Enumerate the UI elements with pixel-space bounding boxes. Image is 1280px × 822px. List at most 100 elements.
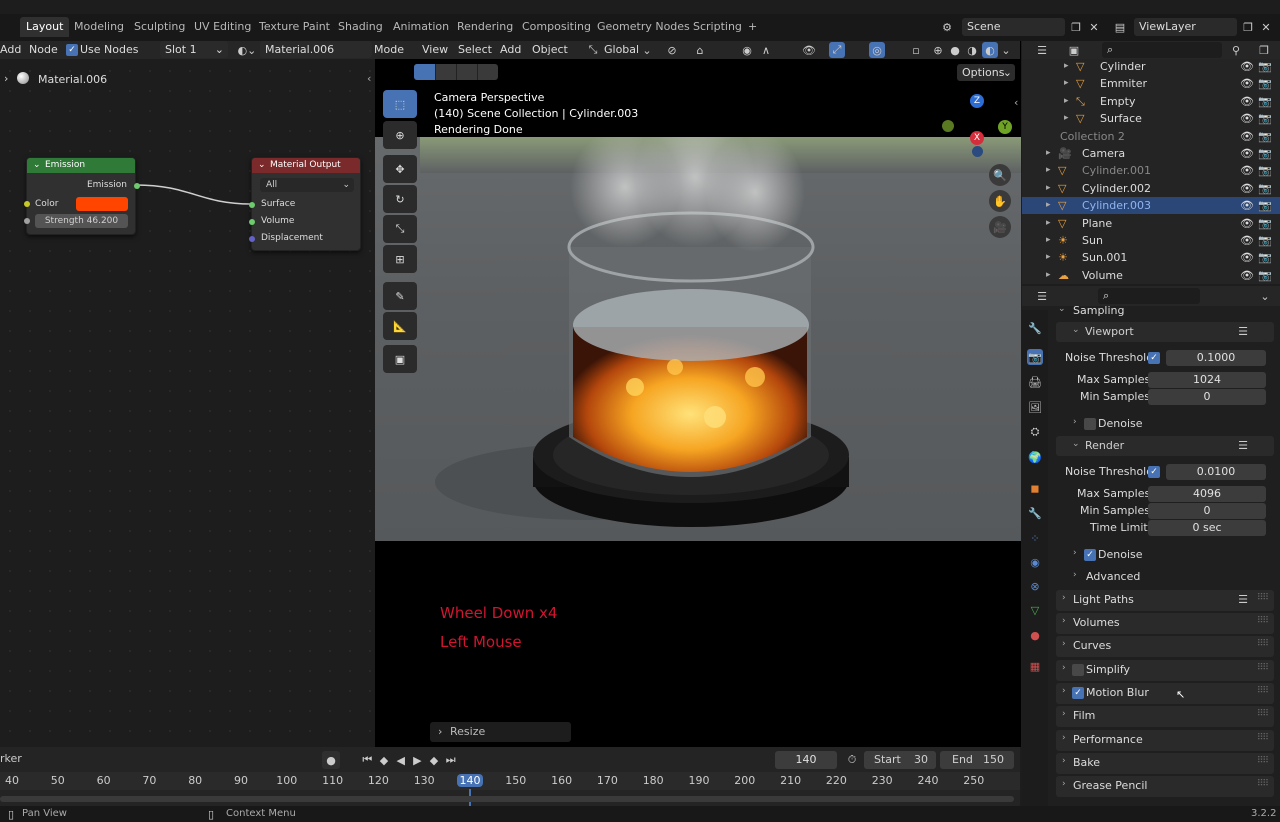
gizmo-y-axis[interactable]: Y bbox=[998, 120, 1012, 134]
eye-icon[interactable]: 👁 bbox=[1240, 145, 1254, 162]
output-node-header[interactable]: ⌄ Material Output bbox=[252, 158, 360, 173]
wireframe-shading-icon[interactable]: ⊕ bbox=[931, 41, 945, 59]
gizmo-neg-z[interactable] bbox=[972, 146, 983, 157]
copy-scene-icon[interactable]: ❐ bbox=[1068, 18, 1084, 36]
expand-arrow-icon[interactable]: ▸ bbox=[1064, 58, 1069, 75]
eye-icon[interactable]: 👁 bbox=[1240, 58, 1254, 75]
expand-arrow-icon[interactable]: ▸ bbox=[1064, 75, 1069, 92]
expand-arrow-icon[interactable]: ▸ bbox=[1046, 197, 1051, 214]
visibility-icon[interactable]: 👁 bbox=[798, 41, 820, 59]
render-noise-field[interactable]: 0.0100 bbox=[1166, 464, 1266, 480]
render-camera-icon[interactable]: 📷 bbox=[1258, 58, 1272, 75]
viewport-max-field[interactable]: 1024 bbox=[1148, 372, 1266, 388]
chevron-down-icon[interactable]: ⌄ bbox=[1258, 287, 1272, 305]
eye-icon[interactable]: 👁 bbox=[1240, 180, 1254, 197]
scene-selector[interactable]: Scene bbox=[962, 18, 1065, 36]
expand-arrow-icon[interactable]: ▸ bbox=[1064, 93, 1069, 110]
drag-handle-icon[interactable]: ⠿⠿ bbox=[1257, 733, 1269, 743]
material-shading-icon[interactable]: ◑ bbox=[965, 41, 979, 59]
simplify-checkbox[interactable] bbox=[1072, 664, 1084, 676]
outliner-row[interactable]: ▸ 🎥 Camera 👁 📷 bbox=[1022, 145, 1280, 162]
marker-menu[interactable]: rker bbox=[0, 752, 22, 765]
drag-handle-icon[interactable]: ⠿⠿ bbox=[1257, 756, 1269, 766]
select-subtract-icon[interactable] bbox=[456, 64, 477, 80]
expand-arrow-icon[interactable]: ▸ bbox=[1064, 110, 1069, 127]
select-box-tool[interactable]: ⬚ bbox=[383, 90, 417, 118]
editor-type-icon[interactable]: ☰ bbox=[1030, 41, 1054, 59]
displacement-input-socket[interactable] bbox=[249, 236, 255, 242]
tab-compositing[interactable]: Compositing bbox=[516, 17, 597, 37]
start-frame-field[interactable]: Start 30 bbox=[864, 751, 936, 769]
drag-handle-icon[interactable]: ⠿⠿ bbox=[1257, 639, 1269, 649]
modifier-tab-icon[interactable]: 🔧 bbox=[1027, 505, 1043, 521]
eye-icon[interactable]: 👁 bbox=[1240, 75, 1254, 92]
selection-mode-toggles[interactable] bbox=[414, 64, 498, 80]
overlays-toggle-icon[interactable]: ◎ bbox=[869, 42, 885, 58]
viewport-noise-field[interactable]: 0.1000 bbox=[1166, 350, 1266, 366]
select-invert-icon[interactable] bbox=[477, 64, 498, 80]
tab-layout[interactable]: Layout bbox=[20, 17, 70, 37]
presets-icon[interactable]: ☰ bbox=[1238, 593, 1248, 606]
viewport-menu-add[interactable]: Add bbox=[500, 41, 521, 59]
outliner-row[interactable]: ▸ ☀ Sun 👁 📷 bbox=[1022, 232, 1280, 249]
render-camera-icon[interactable]: 📷 bbox=[1258, 180, 1272, 197]
drag-handle-icon[interactable]: ⠿⠿ bbox=[1257, 686, 1269, 696]
render-camera-icon[interactable]: 📷 bbox=[1258, 215, 1272, 232]
gizmo-x-axis[interactable]: X bbox=[970, 131, 984, 145]
render-min-field[interactable]: 0 bbox=[1148, 503, 1266, 519]
tab-scripting[interactable]: Scripting bbox=[687, 17, 748, 37]
expand-arrow-icon[interactable]: ▸ bbox=[1046, 232, 1051, 249]
snap-icon[interactable]: ⌂ bbox=[689, 41, 711, 59]
rotate-tool[interactable]: ↻ bbox=[383, 185, 417, 213]
material-output-node[interactable]: ⌄ Material Output All ⌄ Surface Volume Dis… bbox=[249, 157, 361, 251]
viewport-subpanel-header[interactable]: ⌄ Viewport ☰ bbox=[1056, 322, 1274, 342]
volume-input-socket[interactable] bbox=[249, 219, 255, 225]
render-target-select[interactable]: All ⌄ bbox=[260, 178, 354, 192]
filter-icon[interactable]: ⚲ bbox=[1226, 41, 1246, 59]
render-camera-icon[interactable]: 📷 bbox=[1258, 128, 1272, 145]
current-frame-field[interactable]: 140 bbox=[775, 751, 837, 769]
render-noise-checkbox[interactable]: ✓ bbox=[1148, 466, 1160, 478]
new-collection-icon[interactable]: ❐ bbox=[1256, 41, 1272, 59]
expand-arrow-icon[interactable]: ▸ bbox=[1046, 162, 1051, 179]
time-limit-field[interactable]: 0 sec bbox=[1148, 520, 1266, 536]
view-layer-icon[interactable]: ▤ bbox=[1110, 18, 1130, 36]
jump-start-icon[interactable]: ⏮ bbox=[360, 751, 375, 769]
eye-icon[interactable]: 👁 bbox=[1240, 249, 1254, 266]
transform-orientation-icon[interactable]: ⤡ bbox=[586, 41, 600, 59]
particles-tab-icon[interactable]: ⁘ bbox=[1027, 530, 1043, 546]
panel-simplify[interactable]: › Simplify ⠿⠿ bbox=[1056, 660, 1274, 681]
shading-options-icon[interactable]: ⌄ bbox=[1000, 41, 1012, 59]
node-menu-node[interactable]: Node bbox=[29, 41, 58, 59]
scale-tool[interactable]: ⤡ bbox=[383, 215, 417, 243]
expand-arrow-icon[interactable]: › bbox=[438, 722, 442, 742]
outliner-search[interactable]: ⌕ bbox=[1102, 42, 1222, 58]
outliner-row[interactable]: ▸ ▽ Plane 👁 📷 bbox=[1022, 215, 1280, 232]
render-camera-icon[interactable]: 📷 bbox=[1258, 110, 1272, 127]
object-tab-icon[interactable]: ◼ bbox=[1027, 480, 1043, 496]
color-swatch[interactable] bbox=[76, 197, 128, 211]
emission-node[interactable]: ⌄ Emission Emission Color Strength 46.200 bbox=[24, 157, 140, 235]
node-menu-add[interactable]: Add bbox=[0, 41, 21, 59]
camera-view-icon[interactable]: 🎥 bbox=[989, 216, 1011, 238]
panel-motion-blur[interactable]: › ✓ Motion Blur ⠿⠿ bbox=[1056, 683, 1274, 704]
data-tab-icon[interactable]: ▽ bbox=[1027, 602, 1043, 618]
view-layer-tab-icon[interactable]: 🖼 bbox=[1027, 399, 1043, 415]
close-scene-icon[interactable]: ✕ bbox=[1087, 18, 1101, 36]
panel-grease-pencil[interactable]: › Grease Pencil ⠿⠿ bbox=[1056, 776, 1274, 797]
end-frame-field[interactable]: End 150 bbox=[940, 751, 1014, 769]
select-new-icon[interactable] bbox=[414, 64, 435, 80]
strength-input-socket[interactable] bbox=[24, 218, 30, 224]
editor-type-icon[interactable]: ☰ bbox=[1030, 287, 1054, 305]
viewport-menu-object[interactable]: Object bbox=[532, 41, 568, 59]
constraints-tab-icon[interactable]: ⊗ bbox=[1027, 578, 1043, 594]
render-camera-icon[interactable]: 📷 bbox=[1258, 145, 1272, 162]
outliner-row[interactable]: ▸ ▽ Cylinder.001 👁 📷 bbox=[1022, 162, 1280, 179]
gizmo-z-axis[interactable]: Z bbox=[970, 94, 984, 108]
cursor-tool[interactable]: ⊕ bbox=[383, 121, 417, 149]
move-tool[interactable]: ✥ bbox=[383, 155, 417, 183]
render-camera-icon[interactable]: 📷 bbox=[1258, 162, 1272, 179]
slot-selector[interactable]: Slot 1 ⌄ bbox=[160, 41, 228, 58]
eye-icon[interactable]: 👁 bbox=[1240, 128, 1254, 145]
falloff-icon[interactable]: ∧ bbox=[756, 41, 776, 59]
